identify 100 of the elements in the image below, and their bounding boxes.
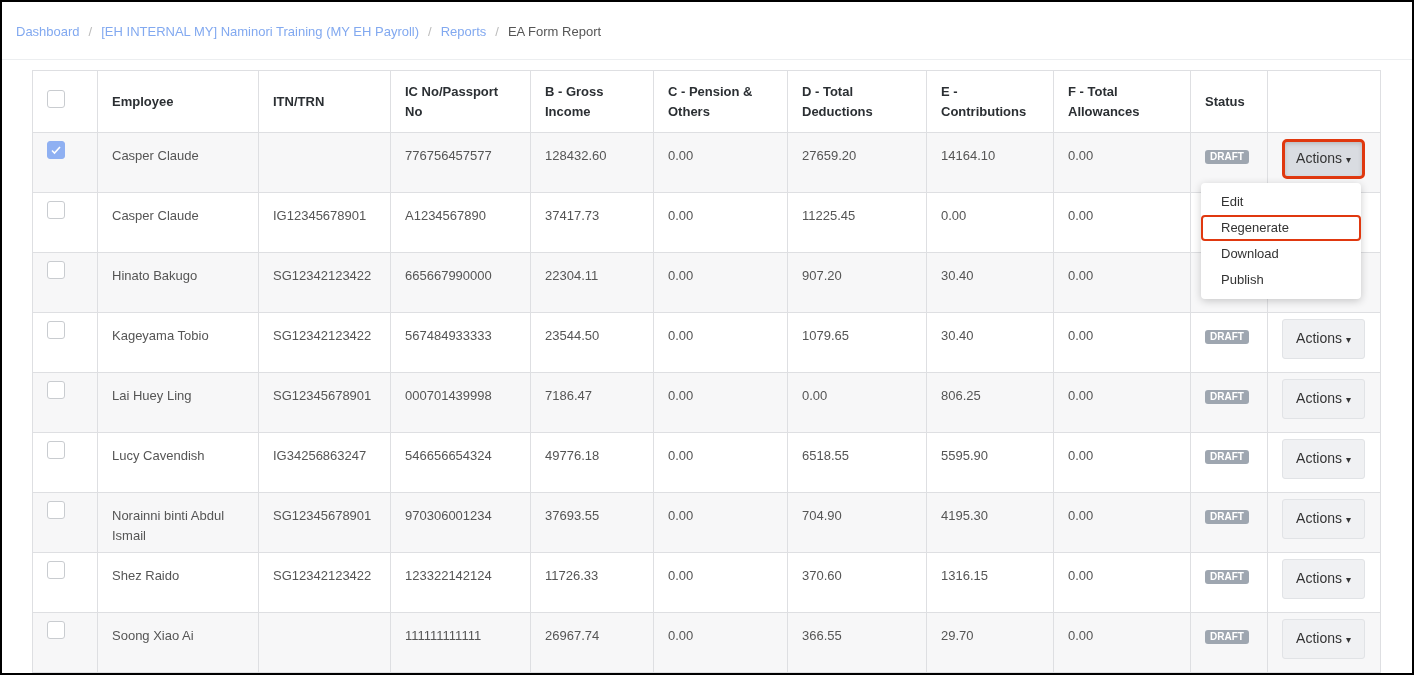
- table-cell: 30.40: [941, 328, 974, 343]
- table-cell: Hinato Bakugo: [112, 268, 198, 283]
- table-cell: 1316.15: [941, 568, 988, 583]
- menu-item[interactable]: Regenerate: [1201, 215, 1361, 241]
- column-header: E - Contributions: [941, 83, 1027, 119]
- row-checkbox[interactable]: [47, 441, 65, 459]
- table-cell: 5595.90: [941, 448, 988, 463]
- table-cell: 0.00: [1068, 568, 1094, 583]
- table-cell: IG34256863247: [273, 448, 367, 463]
- table-cell: 49776.18: [545, 448, 600, 463]
- check-icon: [50, 144, 62, 156]
- status-badge: DRAFT: [1205, 570, 1249, 584]
- table-cell: Casper Claude: [112, 148, 199, 163]
- actions-button[interactable]: Actions ▾: [1282, 499, 1365, 539]
- row-checkbox[interactable]: [47, 561, 65, 579]
- row-checkbox[interactable]: [47, 201, 65, 219]
- table-cell: 0.00: [1068, 268, 1094, 283]
- table-cell: 0.00: [1068, 328, 1094, 343]
- table-cell: 0.00: [668, 328, 694, 343]
- table-cell: SG12342123422: [273, 568, 372, 583]
- actions-button[interactable]: Actions ▾: [1282, 439, 1365, 479]
- table-cell: 123322142124: [405, 568, 492, 583]
- table-cell: 37693.55: [545, 508, 600, 523]
- table-cell: 0.00: [1068, 508, 1094, 523]
- breadcrumb-current: EA Form Report: [507, 24, 602, 41]
- table-cell: 665667990000: [405, 268, 492, 283]
- column-header: F - Total Allowances: [1068, 83, 1140, 119]
- table-cell: 29.70: [941, 628, 974, 643]
- row-checkbox[interactable]: [47, 141, 65, 159]
- table-cell: 37417.73: [545, 208, 600, 223]
- status-badge: DRAFT: [1205, 450, 1249, 464]
- table-cell: 806.25: [941, 388, 981, 403]
- column-header: ITN/TRN: [273, 93, 325, 109]
- table-cell: 23544.50: [545, 328, 600, 343]
- select-all-checkbox[interactable]: [47, 89, 65, 108]
- table-cell: 704.90: [802, 508, 842, 523]
- actions-button[interactable]: Actions ▾: [1282, 379, 1365, 419]
- actions-button[interactable]: Actions ▾: [1282, 319, 1365, 359]
- status-badge: DRAFT: [1205, 330, 1249, 344]
- row-checkbox[interactable]: [47, 381, 65, 399]
- table-cell: Lai Huey Ling: [112, 388, 192, 403]
- actions-button[interactable]: Actions ▾: [1282, 139, 1365, 179]
- table-cell: 0.00: [668, 268, 694, 283]
- table-cell: 0.00: [668, 388, 694, 403]
- table-cell: 907.20: [802, 268, 842, 283]
- column-header: D - Total Deductions: [802, 83, 873, 119]
- column-header: C - Pension & Others: [668, 83, 753, 119]
- table-cell: 30.40: [941, 268, 974, 283]
- table-cell: SG12345678901: [273, 508, 372, 523]
- table-cell: Kageyama Tobio: [112, 328, 209, 343]
- table-cell: 0.00: [668, 628, 694, 643]
- table-cell: 366.55: [802, 628, 842, 643]
- actions-button[interactable]: Actions ▾: [1282, 619, 1365, 659]
- column-header: IC No/Passport No: [405, 83, 499, 119]
- table-cell: 546656654324: [405, 448, 492, 463]
- column-header: B - Gross Income: [545, 83, 604, 119]
- table-cell: 26967.74: [545, 628, 600, 643]
- table-cell: 6518.55: [802, 448, 849, 463]
- actions-button[interactable]: Actions ▾: [1282, 559, 1365, 599]
- table-cell: 370.60: [802, 568, 842, 583]
- table-cell: 11726.33: [545, 568, 599, 583]
- menu-item[interactable]: Download: [1201, 241, 1361, 267]
- menu-item[interactable]: Publish: [1201, 267, 1361, 293]
- table-cell: SG12342123422: [273, 268, 372, 283]
- breadcrumb-separator: /: [88, 24, 93, 41]
- table-cell: 128432.60: [545, 148, 607, 163]
- table-cell: 0.00: [1068, 388, 1094, 403]
- column-header: Status: [1205, 93, 1245, 109]
- table-cell: 0.00: [668, 568, 694, 583]
- table-cell: 0.00: [941, 208, 967, 223]
- row-checkbox[interactable]: [47, 501, 65, 519]
- table-cell: 0.00: [1068, 208, 1094, 223]
- breadcrumb-separator: /: [428, 24, 432, 41]
- table-cell: Shez Raido: [112, 568, 180, 583]
- table-cell: SG12342123422: [273, 328, 372, 343]
- table-cell: 970306001234: [405, 508, 492, 523]
- table-cell: 1079.65: [802, 328, 849, 343]
- table-cell: Soong Xiao Ai: [112, 628, 194, 643]
- menu-item[interactable]: Edit: [1201, 189, 1361, 215]
- table-cell: A1234567890: [405, 208, 486, 223]
- status-badge: DRAFT: [1205, 510, 1249, 524]
- table-cell: IG12345678901: [273, 208, 367, 223]
- table-cell: 11225.45: [802, 208, 856, 223]
- table-cell: 27659.20: [802, 148, 857, 163]
- breadcrumb-separator: /: [495, 24, 499, 41]
- table-cell: 0.00: [802, 388, 828, 403]
- table-cell: 0.00: [668, 208, 694, 223]
- table-cell: 14164.10: [941, 148, 996, 163]
- table-cell: 567484933333: [405, 328, 492, 343]
- table-cell: 0.00: [668, 448, 694, 463]
- row-checkbox[interactable]: [47, 621, 65, 639]
- table-cell: Norainni binti Abdul Ismail: [112, 508, 225, 543]
- status-badge: DRAFT: [1205, 150, 1249, 164]
- table-cell: 22304.11: [545, 268, 599, 283]
- table-cell: 0.00: [1068, 148, 1094, 163]
- table-cell: Casper Claude: [112, 208, 199, 223]
- table-cell: 0.00: [1068, 628, 1094, 643]
- row-checkbox[interactable]: [47, 261, 65, 279]
- row-checkbox[interactable]: [47, 321, 65, 339]
- table-cell: 0.00: [668, 508, 694, 523]
